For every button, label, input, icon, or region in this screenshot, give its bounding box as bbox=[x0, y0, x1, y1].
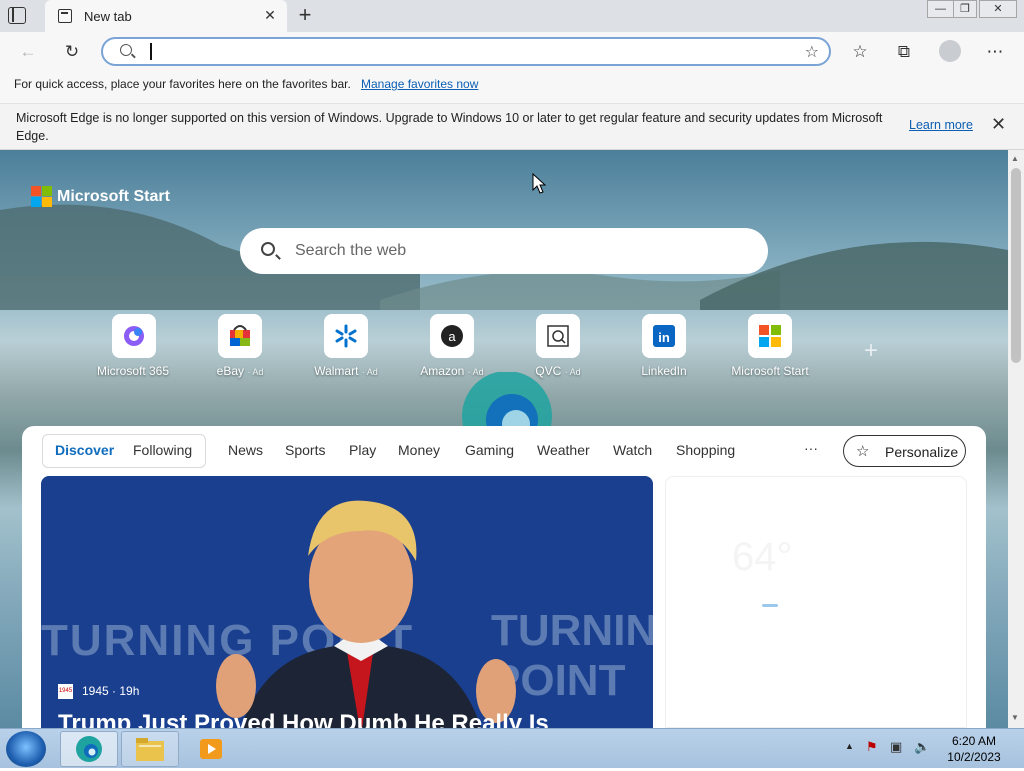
tile-label-ebay: eBay · Ad bbox=[216, 364, 264, 378]
tab-money[interactable]: Money bbox=[398, 442, 440, 458]
tab-play[interactable]: Play bbox=[349, 442, 376, 458]
tile-qvc[interactable] bbox=[536, 314, 580, 358]
clock-date: 10/2/2023 bbox=[947, 750, 1001, 764]
svg-text:in: in bbox=[658, 330, 670, 345]
tile-label-microsoft-start: Microsoft Start bbox=[731, 364, 809, 378]
tile-microsoft-start[interactable] bbox=[748, 314, 792, 358]
qvc-icon bbox=[547, 325, 569, 347]
scrollbar-thumb[interactable] bbox=[1011, 168, 1021, 363]
volume-icon[interactable]: 🔈 bbox=[914, 739, 930, 755]
tab-title: New tab bbox=[84, 9, 132, 24]
search-placeholder: Search the web bbox=[295, 242, 407, 259]
tab-actions-icon[interactable] bbox=[8, 7, 26, 24]
scroll-up-icon[interactable]: ▲ bbox=[1011, 154, 1019, 163]
hero-photo bbox=[216, 500, 516, 728]
personalize-label: Personalize bbox=[885, 444, 959, 460]
tab-new-tab[interactable]: New tab ✕ bbox=[45, 0, 287, 32]
weather-card[interactable]: 64° bbox=[665, 476, 967, 728]
page-scrollbar[interactable]: ▲ ▼ bbox=[1008, 150, 1024, 728]
manage-favorites-link[interactable]: Manage favorites now bbox=[361, 77, 478, 91]
mouse-cursor-icon bbox=[532, 173, 546, 194]
tab-discover[interactable]: Discover bbox=[55, 442, 114, 458]
tab-shopping[interactable]: Shopping bbox=[676, 442, 735, 458]
tile-label-linkedin: LinkedIn bbox=[641, 364, 687, 378]
taskbar-edge[interactable] bbox=[60, 731, 118, 767]
add-shortcut-button[interactable]: + bbox=[864, 337, 878, 365]
microsoft-logo-icon bbox=[31, 186, 52, 207]
feed-more-button[interactable]: ··· bbox=[804, 440, 818, 456]
microsoft-start-brand[interactable]: Microsoft Start bbox=[57, 188, 170, 206]
media-player-icon bbox=[200, 739, 222, 759]
tile-label-walmart: Walmart · Ad bbox=[314, 364, 378, 378]
system-clock[interactable]: 6:20 AM 10/2/2023 bbox=[938, 733, 1010, 765]
unsupported-os-notice: Microsoft Edge is no longer supported on… bbox=[0, 104, 1024, 150]
tile-amazon[interactable]: a bbox=[430, 314, 474, 358]
favorites-bar: For quick access, place your favorites h… bbox=[0, 70, 1024, 104]
tab-weather[interactable]: Weather bbox=[537, 442, 590, 458]
more-menu-icon[interactable]: ⋯ bbox=[983, 40, 1007, 64]
story-source: 1945 · 19h bbox=[82, 684, 140, 698]
folder-icon bbox=[136, 738, 164, 761]
favorites-hint: For quick access, place your favorites h… bbox=[14, 77, 351, 91]
tile-ebay[interactable] bbox=[218, 314, 262, 358]
start-button[interactable] bbox=[6, 731, 46, 767]
weather-temperature: 64° bbox=[732, 535, 793, 579]
scroll-down-icon[interactable]: ▼ bbox=[1011, 713, 1019, 722]
profile-avatar[interactable] bbox=[939, 40, 961, 62]
tile-microsoft-365[interactable] bbox=[112, 314, 156, 358]
source-badge: 1945 bbox=[58, 684, 73, 699]
hero-story-card[interactable]: TURNING POINT TURNING POINT 1945 1945 · … bbox=[41, 476, 653, 728]
minimize-button[interactable]: — bbox=[927, 0, 954, 18]
add-favorite-icon[interactable]: ☆ bbox=[805, 42, 819, 62]
ebay-bag-icon bbox=[230, 325, 250, 346]
tab-watch[interactable]: Watch bbox=[613, 442, 652, 458]
notice-close-button[interactable]: ✕ bbox=[991, 114, 1006, 135]
svg-text:a: a bbox=[448, 329, 456, 344]
action-center-icon[interactable]: ⚑ bbox=[866, 739, 878, 755]
microsoft-365-icon bbox=[124, 326, 144, 346]
tab-strip: New tab ✕ + — ❐ ✕ bbox=[0, 0, 1024, 32]
notice-message: Microsoft Edge is no longer supported on… bbox=[16, 111, 883, 143]
tab-following[interactable]: Following bbox=[133, 442, 192, 458]
window-close-button[interactable]: ✕ bbox=[979, 0, 1017, 18]
linkedin-icon: in bbox=[653, 325, 675, 347]
refresh-icon[interactable]: ↻ bbox=[60, 40, 84, 64]
new-tab-button[interactable]: + bbox=[294, 4, 316, 26]
edge-logo-icon bbox=[462, 372, 552, 432]
web-search-box[interactable]: Search the web bbox=[240, 228, 768, 274]
tile-linkedin[interactable]: in bbox=[642, 314, 686, 358]
show-hidden-icons[interactable]: ▲ bbox=[845, 741, 854, 751]
favorites-icon[interactable]: ☆ bbox=[848, 40, 872, 64]
personalize-button[interactable]: ☆ Personalize bbox=[843, 435, 966, 467]
tab-gaming[interactable]: Gaming bbox=[465, 442, 514, 458]
learn-more-link[interactable]: Learn more bbox=[909, 118, 973, 132]
network-icon[interactable]: ▣ bbox=[890, 739, 902, 755]
new-tab-page-icon bbox=[58, 9, 72, 23]
edge-icon bbox=[76, 736, 102, 762]
taskbar-media-player[interactable] bbox=[182, 731, 240, 767]
taskbar-file-explorer[interactable] bbox=[121, 731, 179, 767]
tab-news[interactable]: News bbox=[228, 442, 263, 458]
personalize-star-icon: ☆ bbox=[856, 443, 870, 460]
walmart-spark-icon bbox=[335, 324, 357, 348]
tab-sports[interactable]: Sports bbox=[285, 442, 325, 458]
search-icon bbox=[261, 242, 275, 256]
taskbar: ▲ ⚑ ▣ 🔈 6:20 AM 10/2/2023 bbox=[0, 728, 1024, 768]
content-feed: Discover Following News Sports Play Mone… bbox=[22, 426, 986, 728]
tab-close-button[interactable]: ✕ bbox=[261, 6, 279, 24]
restore-button[interactable]: ❐ bbox=[953, 0, 977, 18]
microsoft-logo-icon bbox=[759, 325, 781, 347]
collections-icon[interactable]: ⧉ bbox=[892, 40, 916, 64]
tile-walmart[interactable] bbox=[324, 314, 368, 358]
amazon-icon: a bbox=[441, 325, 463, 347]
text-caret bbox=[150, 43, 152, 60]
tile-label-microsoft-365: Microsoft 365 bbox=[96, 364, 170, 378]
weather-loading-indicator bbox=[762, 604, 778, 607]
clock-time: 6:20 AM bbox=[951, 734, 997, 748]
story-headline[interactable]: Trump Just Proved How Dumb He Really Is bbox=[58, 710, 549, 728]
search-icon bbox=[120, 44, 132, 56]
back-arrow-icon[interactable]: ← bbox=[16, 40, 40, 64]
address-bar[interactable]: ☆ bbox=[101, 37, 831, 66]
